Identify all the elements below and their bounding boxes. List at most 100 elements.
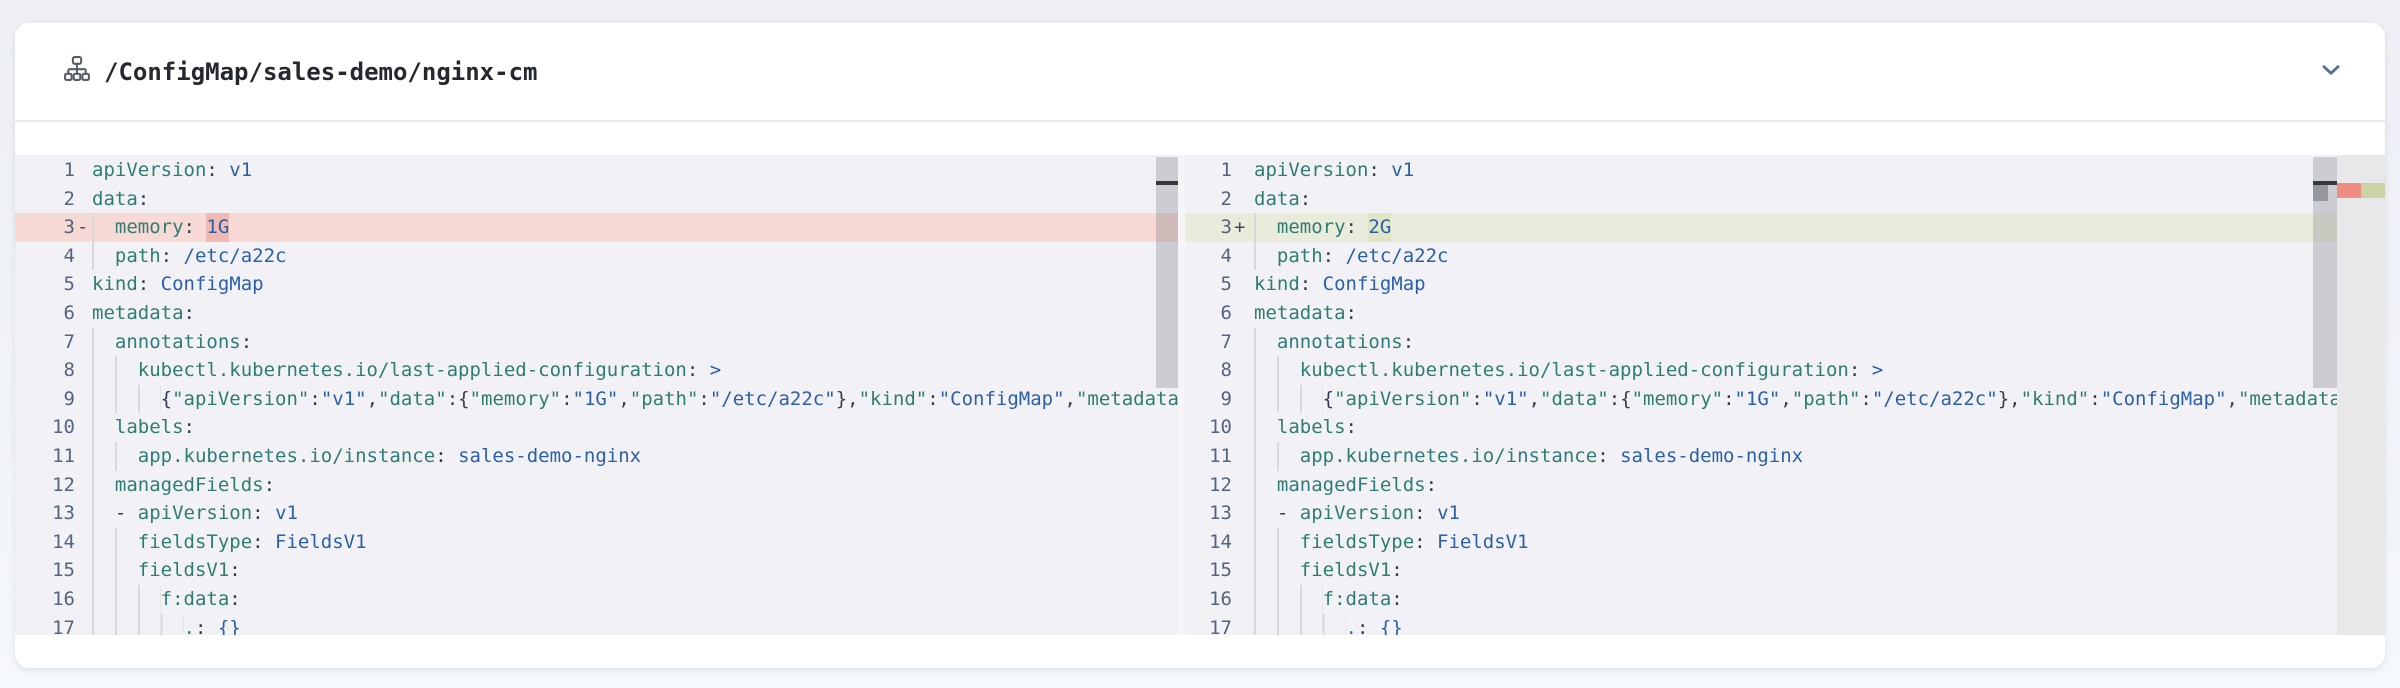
code-line[interactable]: 12 managedFields: xyxy=(15,471,1178,500)
code-line[interactable]: 7 annotations: xyxy=(15,328,1178,357)
diff-sign xyxy=(1232,442,1254,471)
diff-sign xyxy=(1232,413,1254,442)
code-line[interactable]: 10 labels: xyxy=(1185,413,2385,442)
line-number: 13 xyxy=(15,499,75,528)
token-key: managedFields xyxy=(115,471,264,500)
code-text: fieldsType: FieldsV1 xyxy=(92,528,1178,557)
token-ws xyxy=(92,328,115,357)
token-ws xyxy=(1254,442,1300,471)
code-line[interactable]: 3+ memory: 2G xyxy=(1185,213,2385,242)
token-key: app.kubernetes.io/instance xyxy=(1300,442,1597,471)
code-line[interactable]: 13 - apiVersion: v1 xyxy=(15,499,1178,528)
token-key: "path" xyxy=(1792,385,1861,414)
code-line[interactable]: 15 fieldsV1: xyxy=(1185,556,2385,585)
code-text: kind: ConfigMap xyxy=(92,270,1178,299)
token-key: kubectl.kubernetes.io/last-applied-confi… xyxy=(138,356,687,385)
code-line[interactable]: 3- memory: 1G xyxy=(15,213,1178,242)
diff-sign xyxy=(75,413,92,442)
code-line[interactable]: 2data: xyxy=(15,185,1178,214)
code-line[interactable]: 4 path: /etc/a22c xyxy=(1185,242,2385,271)
code-line[interactable]: 5kind: ConfigMap xyxy=(15,270,1178,299)
line-number: 9 xyxy=(1185,385,1232,414)
code-line[interactable]: 14 fieldsType: FieldsV1 xyxy=(1185,528,2385,557)
code-line[interactable]: 8 kubectl.kubernetes.io/last-applied-con… xyxy=(1185,356,2385,385)
code-line[interactable]: 6metadata: xyxy=(15,299,1178,328)
token-key: data xyxy=(1254,185,1300,214)
token-key: fieldsType xyxy=(1300,528,1414,557)
diff-sign xyxy=(1232,585,1254,614)
token-ws xyxy=(1254,471,1277,500)
code-line[interactable]: 7 annotations: xyxy=(1185,328,2385,357)
token-add: 2G xyxy=(1368,213,1391,242)
token-punct: { xyxy=(161,385,172,414)
ruler-insertion-mark xyxy=(2361,183,2385,198)
code-text: fieldsType: FieldsV1 xyxy=(1254,528,2385,557)
diff-sign xyxy=(1232,356,1254,385)
token-punct: : xyxy=(309,385,320,414)
code-line[interactable]: 1apiVersion: v1 xyxy=(1185,156,2385,185)
code-line[interactable]: 12 managedFields: xyxy=(1185,471,2385,500)
token-key: "apiVersion" xyxy=(172,385,309,414)
diff-sign xyxy=(75,385,92,414)
code-line[interactable]: 1apiVersion: v1 xyxy=(15,156,1178,185)
diff-sign xyxy=(75,299,92,328)
code-line[interactable]: 11 app.kubernetes.io/instance: sales-dem… xyxy=(1185,442,2385,471)
code-line[interactable]: 4 path: /etc/a22c xyxy=(15,242,1178,271)
code-line[interactable]: 11 app.kubernetes.io/instance: sales-dem… xyxy=(15,442,1178,471)
token-val: sales-demo-nginx xyxy=(1620,442,1803,471)
collapse-panel-button[interactable] xyxy=(2311,54,2351,90)
token-punct: : xyxy=(1391,556,1402,585)
token-ws xyxy=(1254,385,1323,414)
diff-sign xyxy=(75,442,92,471)
token-key: "metadata xyxy=(1076,385,1178,414)
token-punct: : xyxy=(1597,442,1620,471)
token-ws xyxy=(1254,328,1277,357)
token-punct: { xyxy=(1323,385,1334,414)
line-number: 4 xyxy=(1185,242,1232,271)
code-line[interactable]: 16 f:data: xyxy=(15,585,1178,614)
code-line[interactable]: 8 kubectl.kubernetes.io/last-applied-con… xyxy=(15,356,1178,385)
code-line[interactable]: 17 .: {} xyxy=(1185,614,2385,636)
code-line[interactable]: 5kind: ConfigMap xyxy=(1185,270,2385,299)
token-punct: : xyxy=(1860,385,1871,414)
line-number: 15 xyxy=(15,556,75,585)
token-key: apiVersion xyxy=(1300,499,1414,528)
diff-overview-ruler[interactable] xyxy=(2337,155,2385,635)
code-line[interactable]: 10 labels: xyxy=(15,413,1178,442)
token-ws xyxy=(92,442,138,471)
ruler-deletion-mark xyxy=(2337,183,2361,198)
code-line[interactable]: 15 fieldsV1: xyxy=(15,556,1178,585)
code-line[interactable]: 16 f:data: xyxy=(1185,585,2385,614)
code-text: app.kubernetes.io/instance: sales-demo-n… xyxy=(92,442,1178,471)
code-line[interactable]: 6metadata: xyxy=(1185,299,2385,328)
code-text: managedFields: xyxy=(92,471,1178,500)
token-ws xyxy=(92,356,138,385)
line-number: 7 xyxy=(15,328,75,357)
resource-tree-icon xyxy=(64,56,90,88)
token-key: path xyxy=(115,242,161,271)
code-text: .: {} xyxy=(92,614,1178,636)
page: { "header": { "title": "/ConfigMap/sales… xyxy=(0,0,2400,688)
line-number: 3 xyxy=(1185,213,1232,242)
token-punct: : xyxy=(161,242,184,271)
code-line[interactable]: 9 {"apiVersion":"v1","data":{"memory":"1… xyxy=(1185,385,2385,414)
code-line[interactable]: 17 .: {} xyxy=(15,614,1178,636)
diff-sash[interactable] xyxy=(1178,155,1185,635)
token-key: apiVersion xyxy=(92,156,206,185)
token-key: "data" xyxy=(1540,385,1609,414)
token-key: kubectl.kubernetes.io/last-applied-confi… xyxy=(1300,356,1849,385)
code-line[interactable]: 13 - apiVersion: v1 xyxy=(1185,499,2385,528)
token-val: v1 xyxy=(229,156,252,185)
diff-sign xyxy=(75,614,92,636)
line-number: 11 xyxy=(15,442,75,471)
token-punct: : xyxy=(698,385,709,414)
code-line[interactable]: 14 fieldsType: FieldsV1 xyxy=(15,528,1178,557)
token-punct: : xyxy=(1414,528,1437,557)
code-line[interactable]: 9 {"apiVersion":"v1","data":{"memory":"1… xyxy=(15,385,1178,414)
diff-sign xyxy=(1232,328,1254,357)
left-scrollbar-thumb[interactable] xyxy=(1156,157,1178,388)
pane-original[interactable]: 1apiVersion: v12data:3- memory: 1G4 path… xyxy=(15,155,1178,635)
code-line[interactable]: 2data: xyxy=(1185,185,2385,214)
pane-modified[interactable]: 1apiVersion: v12data:3+ memory: 2G4 path… xyxy=(1185,155,2385,635)
diff-sign xyxy=(1232,156,1254,185)
